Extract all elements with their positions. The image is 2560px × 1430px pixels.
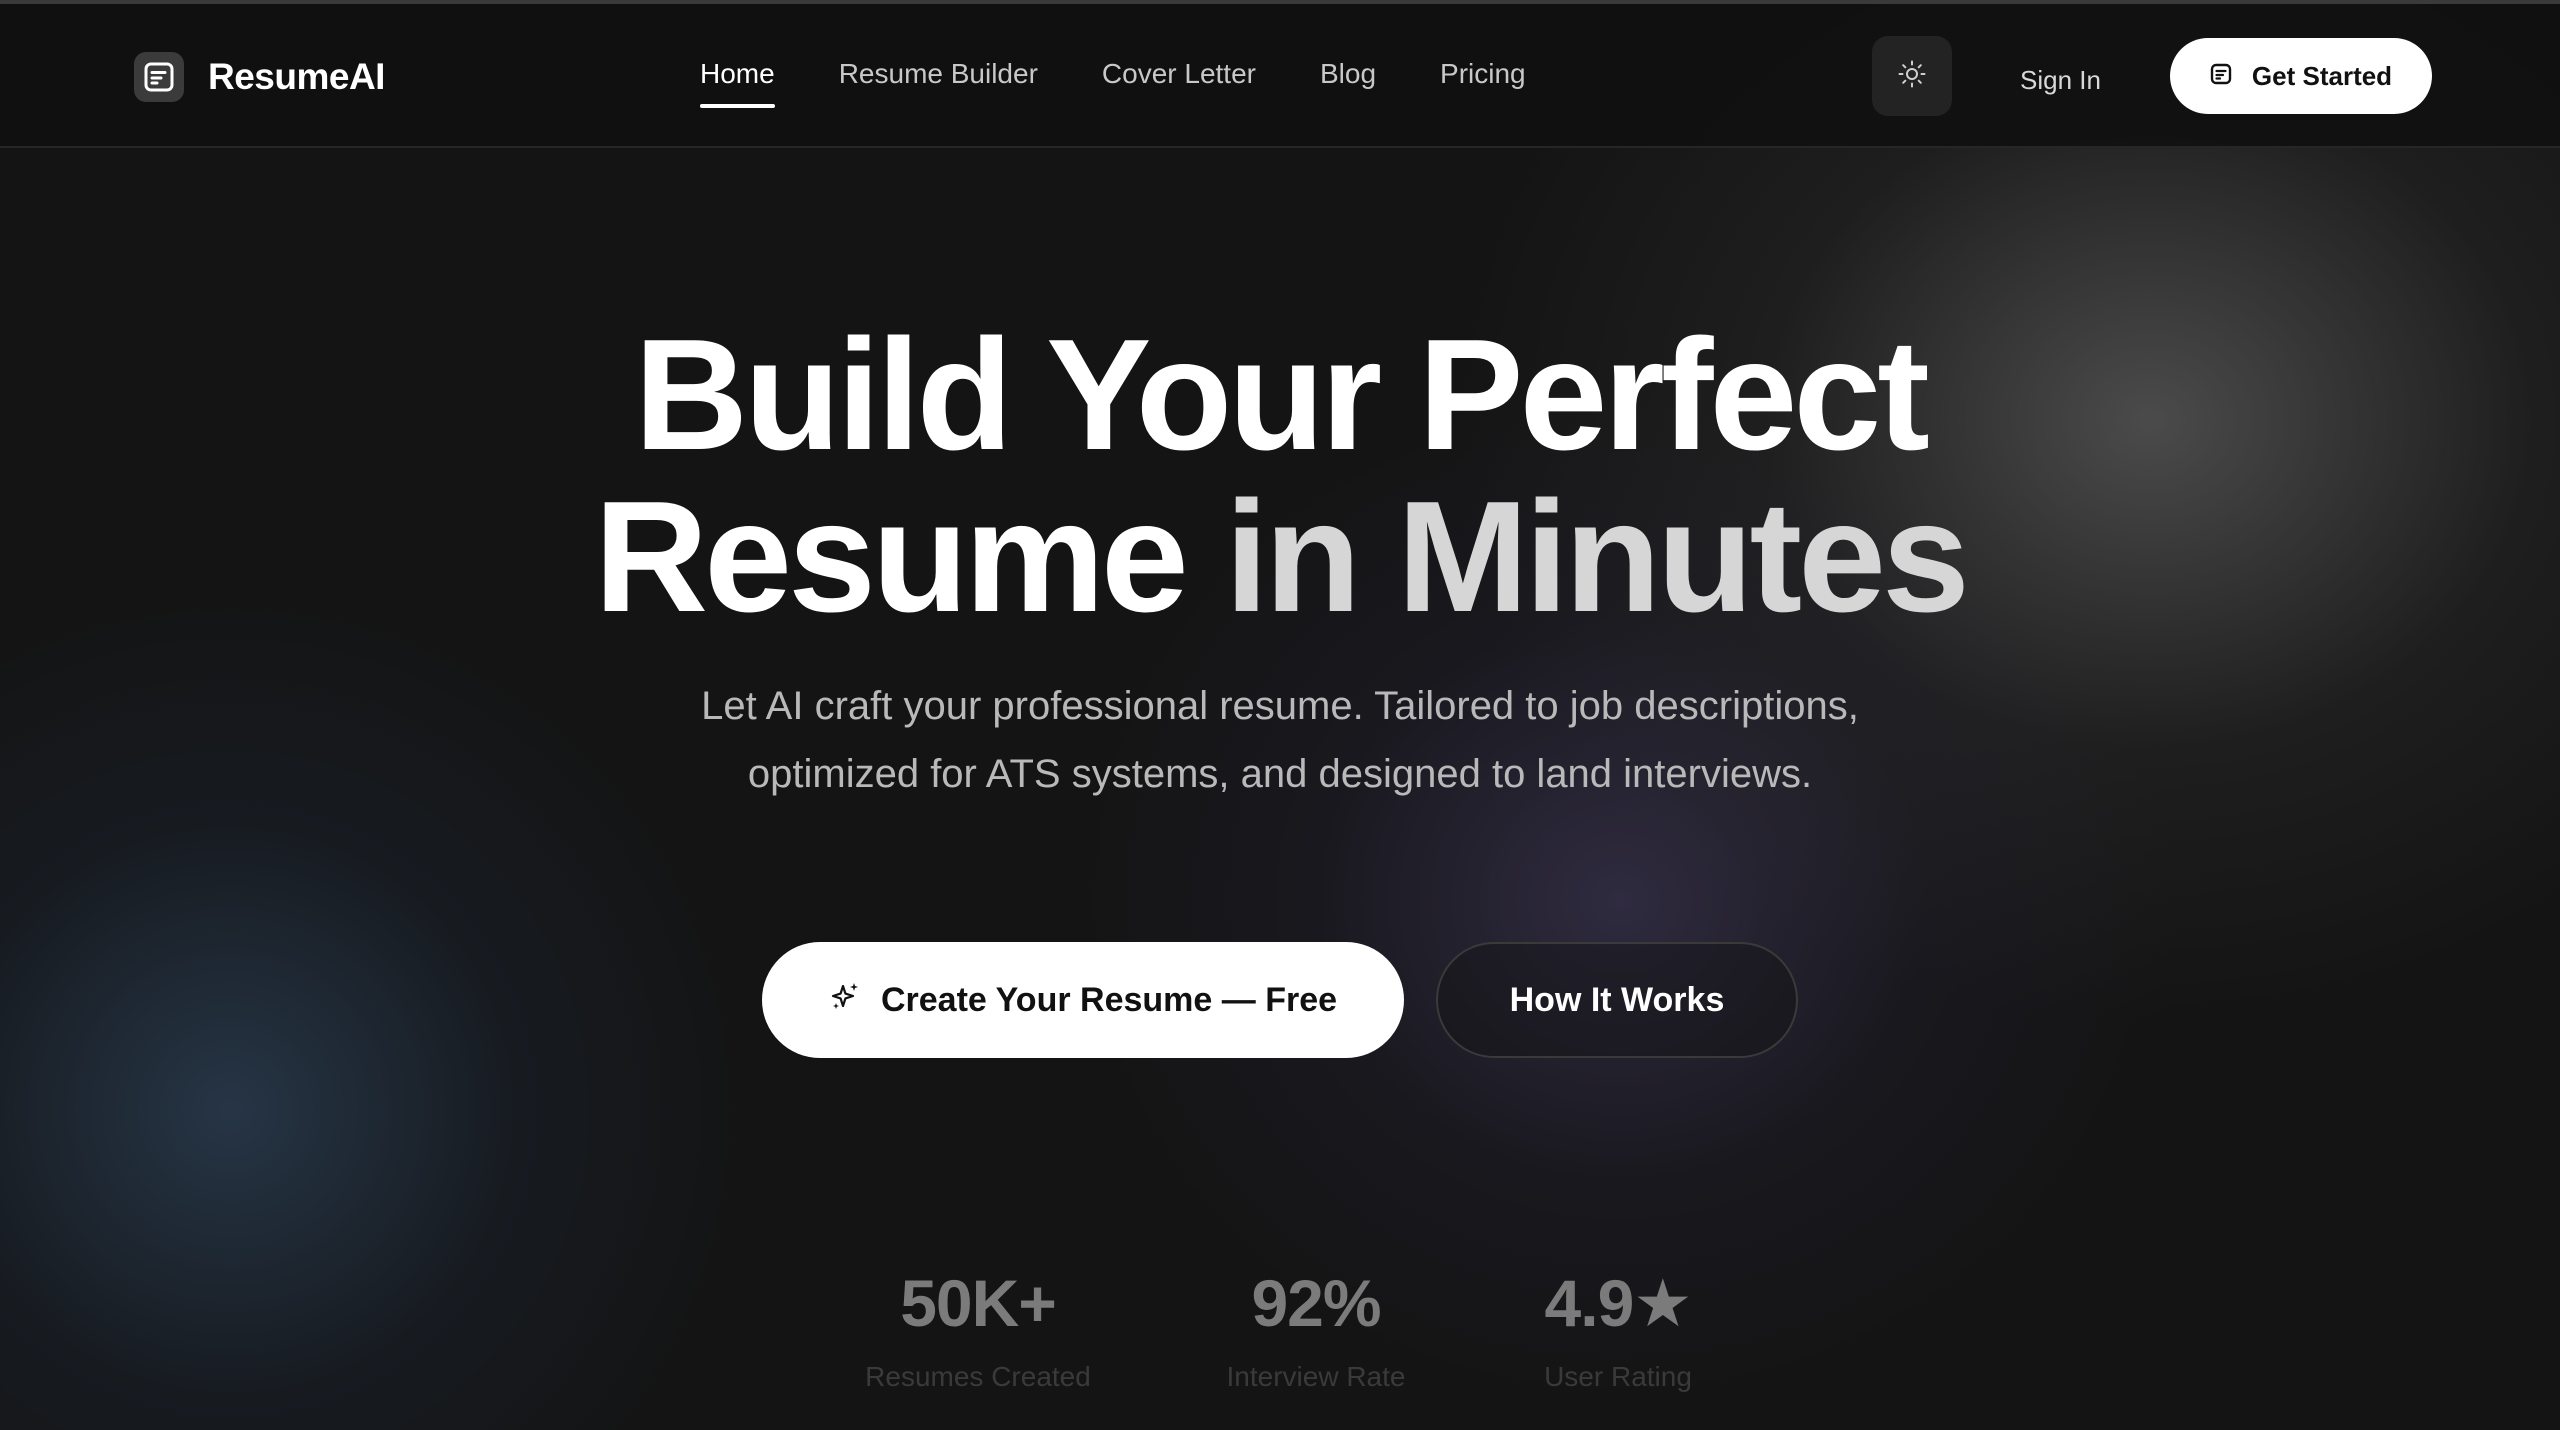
how-it-works-button[interactable]: How It Works (1436, 942, 1798, 1058)
stat-resumes-created: 50K+ Resumes Created (850, 1258, 1106, 1402)
brand-logo[interactable]: ResumeAI (134, 52, 385, 102)
sign-in-link[interactable]: Sign In (2020, 60, 2101, 100)
resume-doc-icon (134, 52, 184, 102)
nav-link-resume-builder[interactable]: Resume Builder (839, 54, 1038, 110)
nav-link-pricing[interactable]: Pricing (1440, 54, 1526, 110)
get-started-label: Get Started (2251, 60, 2393, 91)
hero-subtitle: Let AI craft your professional resume. T… (701, 684, 1859, 796)
hero-title: Build Your Perfect Resume in Minutes (0, 314, 2560, 638)
stat-value: 50K+ (900, 1266, 1057, 1340)
brand-name: ResumeAI (208, 56, 385, 97)
nav-link-blog[interactable]: Blog (1320, 54, 1376, 110)
main-nav: Home Resume Builder Cover Letter Blog Pr… (700, 54, 1526, 110)
stat-label: Interview Rate (1226, 1361, 1406, 1392)
create-resume-label: Create Your Resume — Free (880, 980, 1338, 1019)
hero-title-line-1: Build Your Perfect (634, 307, 1930, 483)
stat-value: 92% (1251, 1266, 1381, 1340)
create-resume-button[interactable]: Create Your Resume — Free (762, 942, 1404, 1058)
theme-toggle-button[interactable] (1872, 36, 1952, 116)
nav-link-home[interactable]: Home (700, 54, 775, 110)
hero-title-resume: Resume (594, 469, 1225, 645)
sparkles-icon (829, 980, 861, 1021)
stat-label: User Rating (1544, 1361, 1692, 1392)
sun-icon (1897, 59, 1927, 94)
landing-page: ResumeAI Home Resume Builder Cover Lette… (0, 0, 2560, 1430)
stat-label: Resumes Created (865, 1361, 1091, 1392)
nav-link-cover-letter[interactable]: Cover Letter (1102, 54, 1256, 110)
hero-title-accent: in Minutes (1224, 469, 1970, 645)
navbar: ResumeAI Home Resume Builder Cover Lette… (0, 4, 2560, 148)
stat-value: 4.9★ (1544, 1266, 1693, 1340)
resume-doc-icon (2210, 61, 2232, 92)
stat-interview-rate: 92% Interview Rate (1210, 1258, 1422, 1402)
get-started-button[interactable]: Get Started (2170, 38, 2432, 114)
hero-title-line-2: Resume in Minutes (0, 476, 2560, 638)
stat-user-rating: 4.9★ User Rating (1530, 1258, 1706, 1402)
